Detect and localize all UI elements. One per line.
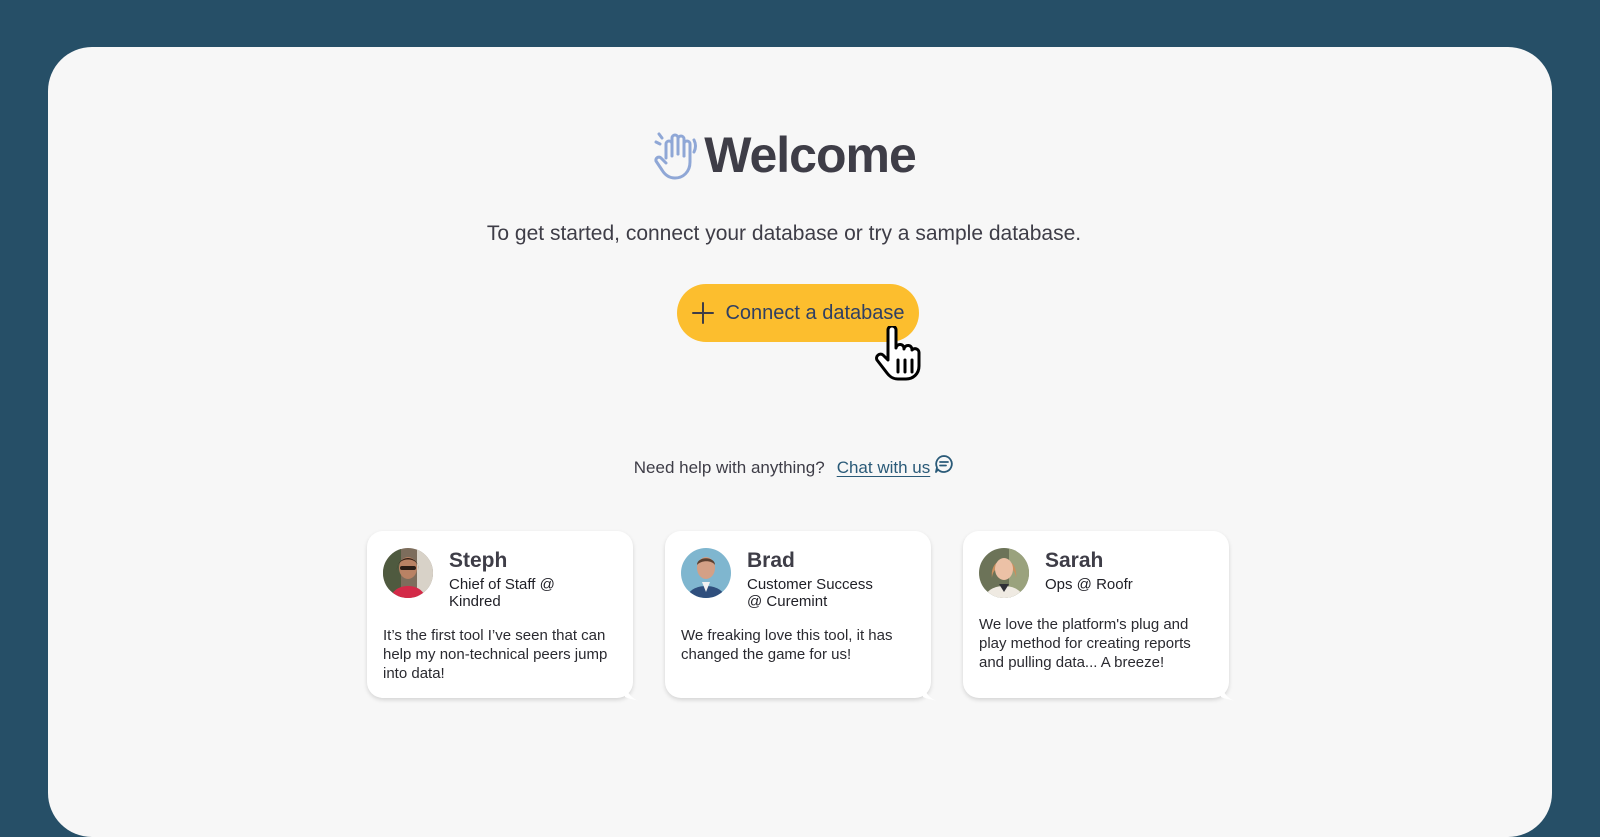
- help-row: Need help with anything? Chat with us: [0, 455, 1568, 478]
- testimonial-name: Steph: [449, 549, 508, 572]
- pointer-hand-cursor-icon: [874, 324, 922, 382]
- help-prompt: Need help with anything?: [633, 458, 825, 477]
- chat-with-us-link[interactable]: Chat with us: [836, 455, 955, 478]
- chat-with-us-label: Chat with us: [836, 458, 931, 477]
- speech-tail-icon: [625, 687, 639, 701]
- testimonial-name: Brad: [747, 549, 795, 572]
- waving-hand-icon: [652, 130, 700, 180]
- page-subtitle: To get started, connect your database or…: [486, 222, 1082, 245]
- testimonial-role: Chief of Staff @ Kindred: [449, 576, 555, 610]
- plus-icon: [691, 301, 715, 325]
- testimonial-card-steph: Steph Chief of Staff @ Kindred It’s the …: [367, 531, 639, 701]
- speech-tail-icon: [923, 687, 937, 701]
- testimonial-card-brad: Brad Customer Success @ Curemint We frea…: [665, 531, 937, 701]
- chat-bubble-icon: [934, 454, 954, 474]
- testimonial-quote: We love the platform's plug and play met…: [979, 616, 1191, 671]
- testimonial-role: Ops @ Roofr: [1045, 576, 1133, 593]
- connect-database-label: Connect a database: [725, 301, 905, 324]
- testimonial-quote: We freaking love this tool, it has chang…: [681, 627, 893, 663]
- avatar-steph: [383, 548, 433, 598]
- testimonial-card-sarah: Sarah Ops @ Roofr We love the platform's…: [963, 531, 1235, 701]
- testimonial-quote: It’s the first tool I’ve seen that can h…: [383, 627, 608, 682]
- page-title: Welcome: [704, 127, 917, 183]
- welcome-header: Welcome: [0, 126, 1568, 184]
- speech-tail-icon: [1221, 687, 1235, 701]
- testimonial-role: Customer Success @ Curemint: [747, 576, 873, 610]
- testimonial-name: Sarah: [1045, 549, 1104, 572]
- avatar-sarah: [979, 548, 1029, 598]
- avatar-brad: [681, 548, 731, 598]
